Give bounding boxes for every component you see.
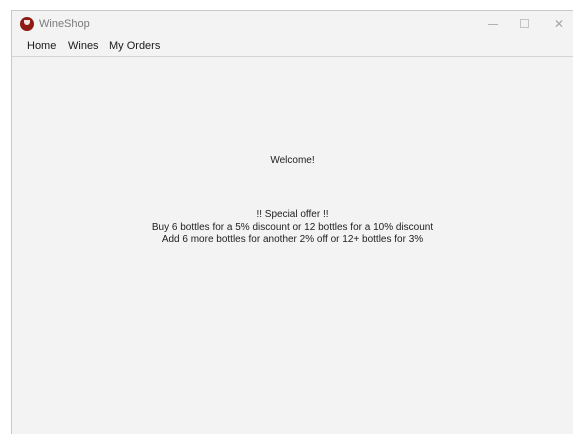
welcome-text: Welcome!: [270, 155, 315, 166]
menu-item-home[interactable]: Home: [27, 39, 56, 54]
window-title: WineShop: [39, 18, 90, 30]
offer-line-2: Add 6 more bottles for another 2% off or…: [161, 234, 424, 245]
offer-line-1: Buy 6 bottles for a 5% discount or 12 bo…: [151, 221, 434, 233]
menu-item-wines[interactable]: Wines: [68, 39, 99, 54]
minimize-icon: [488, 24, 498, 25]
wine-glass-icon: [20, 17, 34, 31]
maximize-button[interactable]: [511, 14, 539, 34]
main-content: Welcome! !! Special offer !! Buy 6 bottl…: [12, 57, 573, 434]
special-offer: !! Special offer !! Buy 6 bottles for a …: [12, 209, 573, 247]
menu-item-my-orders[interactable]: My Orders: [109, 39, 160, 54]
app-window: WineShop ✕ Home Wines My Orders Welcome!…: [11, 10, 573, 434]
title-bar[interactable]: WineShop ✕: [12, 11, 573, 37]
close-icon: ✕: [553, 17, 565, 31]
maximize-icon: [520, 19, 529, 28]
menu-bar: Home Wines My Orders: [12, 37, 573, 57]
close-button[interactable]: ✕: [545, 14, 573, 34]
offer-heading: !! Special offer !!: [256, 209, 329, 220]
minimize-button[interactable]: [479, 14, 507, 34]
